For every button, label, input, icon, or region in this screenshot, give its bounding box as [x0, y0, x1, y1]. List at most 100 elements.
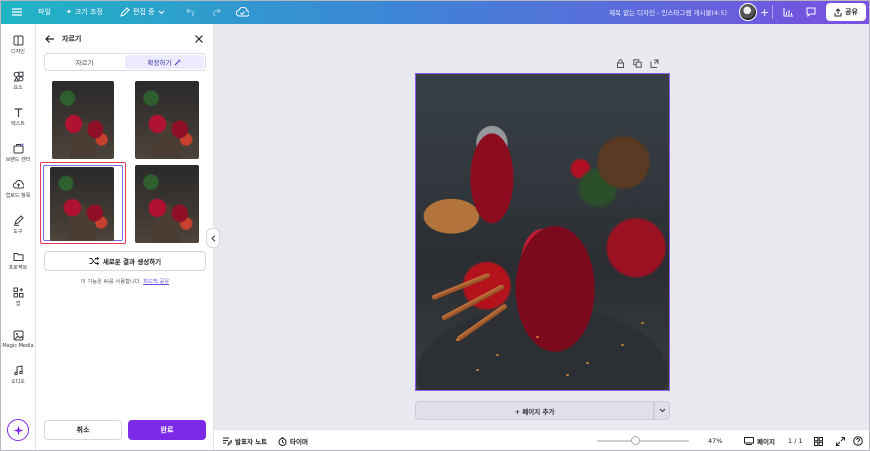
help-icon — [853, 436, 863, 446]
file-menu[interactable]: 파일 — [38, 0, 51, 24]
draw-icon — [13, 215, 24, 226]
rail-item-uploads[interactable]: 업로드 항목 — [0, 179, 36, 199]
rail-item-magic-media[interactable]: Magic Media — [0, 330, 36, 349]
resize-button[interactable]: ✦ 크기 조정 — [66, 0, 103, 24]
notes-label: 발표자 노트 — [235, 438, 268, 446]
edit-mode-label: 편집 중 — [133, 8, 155, 16]
sparkle-icon: ✦ — [66, 8, 72, 16]
rail-item-audio[interactable]: 오디오 — [0, 365, 36, 385]
folder-icon — [13, 253, 23, 261]
share-button[interactable]: 공유 — [826, 3, 866, 21]
generate-label: 새로운 결과 생성하기 — [102, 258, 162, 266]
magic-assistant-button[interactable] — [7, 419, 29, 441]
invite-button[interactable]: + — [760, 0, 769, 24]
layout-icon — [13, 35, 23, 46]
redo-button[interactable] — [211, 0, 221, 24]
zoom-level[interactable]: 47% — [708, 430, 722, 451]
page-count: 1 / 1 — [788, 437, 803, 445]
rail-item-label: Magic Media — [2, 343, 34, 349]
rail-item-label: 도구 — [13, 229, 23, 235]
expand-result-4[interactable] — [135, 165, 199, 243]
ai-disclaimer-text: 이 기능은 AI를 사용합니다. — [80, 279, 142, 285]
rail-item-draw[interactable]: 도구 — [0, 215, 36, 235]
chevron-left-icon — [210, 234, 215, 242]
resize-label: 크기 조정 — [74, 8, 103, 16]
rail-item-label: 프로젝트 — [8, 265, 28, 271]
done-button[interactable]: 완료 — [128, 420, 206, 440]
apps-icon — [13, 287, 23, 298]
notes-icon — [223, 437, 232, 446]
expand-result-3[interactable] — [50, 167, 114, 241]
duplicate-icon[interactable] — [633, 59, 642, 68]
save-status-button[interactable] — [236, 0, 249, 24]
expand-result-1[interactable] — [52, 81, 114, 159]
canvas-area: + 페이지 추가 — [214, 24, 870, 429]
timer-icon — [278, 436, 287, 446]
undo-button[interactable] — [186, 0, 196, 24]
crop-panel: 자르기 자르기 확장하기 새로운 결과 생성하기 이 기능은 AI를 사용합니다… — [36, 24, 214, 451]
close-icon[interactable] — [193, 33, 205, 45]
cancel-button[interactable]: 취소 — [44, 420, 122, 440]
rail-item-elements[interactable]: 요소 — [0, 71, 36, 91]
panel-title: 자르기 — [62, 35, 82, 43]
collapse-panel-button[interactable] — [206, 228, 220, 248]
rail-item-label: 텍스트 — [11, 121, 25, 127]
add-page-dropdown[interactable] — [654, 401, 670, 420]
left-rail: 디자인 요소 텍스트 브랜드 센터 업로드 항목 도구 프로젝트 앱 Magic… — [0, 24, 36, 451]
feedback-link[interactable]: 피드백 공유 — [143, 279, 169, 285]
edit-mode-dropdown[interactable]: 편집 중 — [120, 0, 165, 24]
generate-new-results-button[interactable]: 새로운 결과 생성하기 — [44, 251, 206, 271]
presenter-notes-button[interactable]: 발표자 노트 — [222, 430, 267, 451]
rail-item-projects[interactable]: 프로젝트 — [0, 251, 36, 271]
elements-icon — [13, 71, 23, 82]
add-page-button[interactable]: + 페이지 추가 — [415, 401, 654, 420]
share-label: 공유 — [845, 8, 858, 16]
grid-view-button[interactable] — [814, 430, 823, 451]
document-title[interactable]: 제목 없는 디자인 - 인스타그램 게시물(4:5) — [609, 0, 727, 24]
tab-crop[interactable]: 자르기 — [45, 54, 124, 70]
rail-item-text[interactable]: 텍스트 — [0, 107, 36, 127]
zoom-slider[interactable] — [597, 440, 689, 442]
pages-button[interactable]: 페이지 — [744, 430, 775, 451]
expand-icon — [836, 436, 845, 446]
page-toolbar — [616, 59, 672, 69]
ai-disclaimer: 이 기능은 AI를 사용합니다. 피드백 공유 — [36, 277, 214, 285]
avatar[interactable] — [739, 3, 757, 21]
zoom-slider-handle[interactable] — [631, 436, 640, 445]
timer-button[interactable]: 타이머 — [278, 430, 308, 451]
rail-item-label: 요소 — [13, 85, 23, 91]
tab-expand[interactable]: 확장하기 — [125, 55, 204, 69]
spice-speck — [586, 362, 589, 364]
rail-item-design[interactable]: 디자인 — [0, 35, 36, 55]
rail-item-apps[interactable]: 앱 — [0, 287, 36, 307]
tab-label: 확장하기 — [147, 59, 172, 67]
comments-button[interactable] — [804, 0, 818, 24]
insights-button[interactable] — [777, 0, 799, 24]
top-bar: 파일 ✦ 크기 조정 편집 중 제목 없는 디자인 - 인스타그램 게시물(4:… — [0, 0, 870, 24]
comment-icon — [806, 7, 816, 17]
undo-icon — [186, 8, 194, 16]
add-page-icon[interactable] — [650, 59, 659, 68]
rail-item-brand[interactable]: 브랜드 센터 — [0, 143, 36, 163]
spice-speck — [476, 369, 479, 371]
lock-icon[interactable] — [616, 59, 625, 68]
chevron-down-icon — [158, 10, 164, 14]
expand-result-2[interactable] — [135, 81, 199, 159]
crop-mode-tabs: 자르기 확장하기 — [44, 53, 206, 71]
rail-item-label: 앱 — [15, 301, 21, 307]
timer-label: 타이머 — [290, 438, 308, 446]
help-button[interactable] — [853, 430, 863, 451]
audio-icon — [13, 365, 23, 376]
upload-icon — [12, 180, 24, 189]
grid-icon — [814, 436, 823, 446]
sparkle-icon — [13, 425, 23, 435]
pencil-icon — [120, 7, 130, 17]
magic-media-icon — [13, 330, 23, 341]
fullscreen-button[interactable] — [836, 430, 845, 451]
menu-button[interactable] — [8, 0, 26, 24]
design-page-image[interactable] — [415, 73, 670, 391]
bar-chart-icon — [783, 7, 793, 16]
back-arrow-icon[interactable] — [44, 33, 56, 45]
spice-speck — [536, 336, 539, 338]
rail-item-label: 오디오 — [11, 379, 25, 385]
